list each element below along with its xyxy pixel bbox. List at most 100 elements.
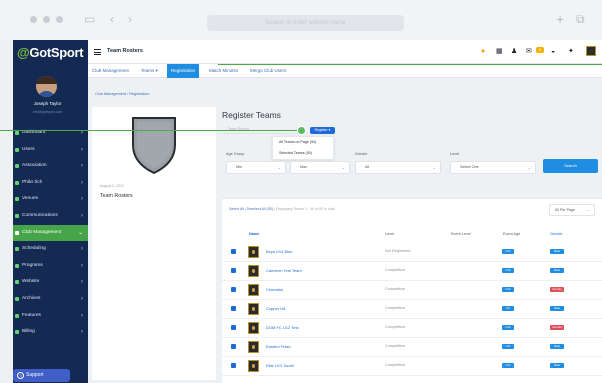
team-name-link[interactable]: Elite U13 South [266, 363, 294, 368]
gotsport-logo[interactable]: @GotSport [17, 45, 84, 60]
team-name-link[interactable]: Boys U14 Blue [266, 249, 292, 254]
teams-list: Select All | Deselect All (50) | Display… [222, 198, 602, 383]
mail-icon[interactable]: ✉ [526, 47, 532, 56]
support-button[interactable]: ? Support [13, 369, 70, 382]
tabs-overview-icon[interactable]: ⧉ [576, 12, 585, 26]
sidebar-toggle-icon[interactable]: ▭ [84, 12, 95, 26]
row-checkbox[interactable] [231, 268, 236, 273]
new-tab-icon[interactable]: + [556, 12, 564, 26]
hamburger-menu-icon[interactable] [94, 49, 101, 55]
row-checkbox[interactable] [231, 306, 236, 311]
sidebar-item-dashboard[interactable]: Dashboard › [13, 125, 88, 142]
sidebar-item-website[interactable]: Website › [13, 274, 88, 291]
chevron-down-icon: ⌄ [77, 229, 83, 236]
sidebar-item-analytics[interactable]: Phân tích › [13, 175, 88, 192]
sidebar-item-club-management[interactable]: Club Management ⌄ [13, 224, 88, 242]
search-button[interactable]: Search [543, 159, 598, 173]
chevron-right-icon: › [81, 196, 83, 203]
level-label: Level [450, 152, 460, 156]
grid-icon[interactable]: ▦ [496, 47, 503, 56]
per-page-select[interactable]: 50 Per Page ⌄ [549, 204, 595, 216]
gender-select[interactable]: All ⌄ [355, 161, 441, 174]
register-teams-panel: Register Teams Team Search Register ▾ Al… [222, 98, 602, 383]
dashboard-icon [15, 131, 19, 135]
row-checkbox[interactable] [231, 249, 236, 254]
pointer-line [0, 130, 302, 131]
window-close-icon[interactable] [30, 16, 37, 23]
window-minimize-icon[interactable] [43, 16, 50, 23]
table-row: Copper U8 Competitive U8 Male [222, 300, 602, 319]
age-max-select[interactable]: Max ⌄ [290, 161, 350, 174]
user-avatar[interactable] [36, 76, 57, 97]
team-level: Competitive [385, 306, 406, 310]
row-checkbox[interactable] [231, 344, 236, 349]
team-name-link[interactable]: Copper U8 [266, 306, 285, 311]
tab-teams[interactable]: Teams ▾ [137, 64, 162, 78]
team-level: Competitive [385, 268, 406, 272]
tab-match-minutes[interactable]: Match Minutes [205, 64, 242, 78]
register-dropdown-button[interactable]: Register ▾ [310, 127, 335, 134]
col-level[interactable]: Level [385, 232, 394, 236]
communications-icon [15, 213, 19, 218]
tab-registration[interactable]: Registration [167, 64, 200, 78]
programs-icon [15, 263, 19, 268]
sidebar-item-programs[interactable]: Programs › [13, 258, 88, 275]
forward-arrow-icon[interactable]: › [128, 12, 132, 26]
team-badge-icon [248, 322, 259, 334]
row-checkbox[interactable] [231, 287, 236, 292]
select-all-link[interactable]: Select All [229, 207, 244, 211]
row-checkbox[interactable] [231, 325, 236, 330]
user-icon[interactable]: ♟ [511, 47, 517, 56]
club-logo-avatar[interactable] [586, 46, 596, 56]
tab-club-management[interactable]: Club Management [88, 64, 133, 78]
row-checkbox[interactable] [231, 363, 236, 368]
displaying-count: Displaying Teams 1 - 50 of 80 in total [275, 207, 335, 211]
sidebar-item-features[interactable]: Features › [13, 308, 88, 325]
settings-icon[interactable]: ✦ [568, 47, 574, 56]
team-name-link[interactable]: Eastern Flash [266, 344, 291, 349]
age-badge: U11 [502, 344, 514, 349]
col-event-level[interactable]: Event Level [451, 232, 471, 236]
sidebar-item-communications[interactable]: Communications › [13, 208, 88, 225]
lightbulb-icon[interactable]: ● [481, 47, 485, 56]
sidebar-item-association[interactable]: Association › [13, 158, 88, 175]
window-maximize-icon[interactable] [56, 16, 63, 23]
level-select[interactable]: Select One ⌄ [450, 161, 536, 174]
breadcrumb[interactable]: Club Management / Registration [95, 92, 149, 96]
register-dropdown-menu: All Teams on Page (50) Selected Teams (5… [272, 136, 334, 160]
team-name-link[interactable]: DOM FC U12 Test [266, 325, 299, 330]
tab-merge-club-users[interactable]: Merge Club Users [246, 64, 290, 78]
dropdown-item-selected-teams[interactable]: Selected Teams (50) [273, 148, 333, 159]
col-gender[interactable]: Gender [550, 232, 563, 236]
deselect-all-link[interactable]: Deselect All (50) [247, 207, 273, 211]
team-badge-icon [248, 303, 259, 315]
billing-icon [15, 330, 19, 335]
table-row: DOM FC U12 Test Competitive U12 Female [222, 319, 602, 338]
sidebar-item-users[interactable]: Users › [13, 142, 88, 159]
cart-icon[interactable]: ◒ [551, 47, 555, 56]
age-badge: U10 [502, 268, 514, 273]
team-name-link[interactable]: Cameron Test Team [266, 268, 302, 273]
gender-badge: Male [550, 268, 564, 273]
dropdown-item-all-teams[interactable]: All Teams on Page (50) [273, 137, 333, 148]
col-name[interactable]: Name [249, 232, 259, 236]
team-name-link[interactable]: Cheetahs [266, 287, 283, 292]
card-name: Team Rosters [100, 193, 133, 199]
team-shield-icon [132, 117, 176, 175]
sidebar-item-billing[interactable]: Billing › [13, 324, 88, 341]
users-icon [15, 147, 19, 152]
gender-badge: Male [550, 344, 564, 349]
gender-badge: Male [550, 363, 564, 368]
back-arrow-icon[interactable]: ‹ [110, 12, 114, 26]
gender-badge: Female [550, 287, 564, 292]
address-bar[interactable]: Search or enter website name [207, 15, 404, 31]
chevron-right-icon: › [81, 279, 83, 286]
sidebar-item-venues[interactable]: Venues › [13, 191, 88, 208]
sidebar-item-scheduling[interactable]: Scheduling › [13, 241, 88, 258]
col-event-age[interactable]: Event Age [503, 232, 520, 236]
page-title: Team Rosters [107, 48, 143, 54]
sidebar-item-archives[interactable]: Archives › [13, 291, 88, 308]
age-min-select[interactable]: Min ⌄ [226, 161, 286, 174]
archives-icon [15, 296, 19, 301]
website-icon [15, 280, 19, 285]
